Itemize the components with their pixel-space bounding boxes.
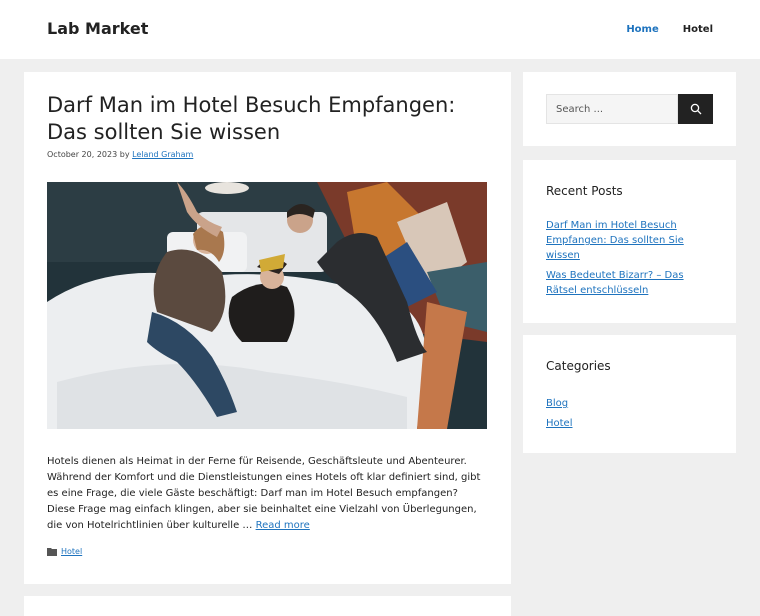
site-title[interactable]: Lab Market	[47, 19, 148, 38]
search-icon	[690, 103, 701, 115]
recent-posts-widget: Recent Posts Darf Man im Hotel Besuch Em…	[523, 160, 736, 323]
list-item: Was Bedeutet Bizarr? – Das Rätsel entsch…	[546, 268, 706, 298]
nav-item-home[interactable]: Home	[626, 24, 658, 35]
post-by: by	[119, 150, 130, 159]
list-item: Blog	[546, 394, 573, 414]
recent-post-link[interactable]: Was Bedeutet Bizarr? – Das Rätsel entsch…	[546, 270, 684, 296]
category-link-hotel[interactable]: Hotel	[546, 418, 573, 429]
main-navigation: Home Hotel	[602, 0, 713, 59]
next-post-card	[24, 596, 511, 616]
search-input[interactable]: Search ...	[546, 94, 678, 124]
post-date: October 20, 2023	[47, 150, 118, 159]
search-button[interactable]	[678, 94, 713, 124]
category-link-blog[interactable]: Blog	[546, 398, 568, 409]
search-widget: Search ...	[523, 72, 736, 146]
categories-list: Blog Hotel	[546, 394, 573, 434]
list-item: Hotel	[546, 414, 573, 434]
post-meta: October 20, 2023 by Leland Graham	[47, 150, 193, 159]
categories-widget: Categories Blog Hotel	[523, 335, 736, 453]
recent-posts-title: Recent Posts	[546, 184, 623, 198]
categories-title: Categories	[546, 359, 611, 373]
site-header: Lab Market Home Hotel	[0, 0, 760, 59]
read-more-link[interactable]: Read more	[256, 520, 310, 531]
nav-item-hotel[interactable]: Hotel	[683, 24, 713, 35]
list-item: Darf Man im Hotel Besuch Empfangen: Das …	[546, 218, 706, 263]
post-category-link[interactable]: Hotel	[61, 547, 82, 556]
post-article: Darf Man im Hotel Besuch Empfangen: Das …	[24, 72, 511, 584]
featured-photo	[47, 182, 487, 429]
post-categories: Hotel	[47, 547, 82, 556]
folder-icon	[47, 548, 57, 556]
post-excerpt: Hotels dienen als Heimat in der Ferne fü…	[47, 454, 487, 534]
recent-posts-list: Darf Man im Hotel Besuch Empfangen: Das …	[546, 218, 706, 303]
post-author-link[interactable]: Leland Graham	[132, 150, 193, 159]
post-title: Darf Man im Hotel Besuch Empfangen: Das …	[47, 93, 456, 144]
featured-image[interactable]	[47, 182, 487, 429]
recent-post-link[interactable]: Darf Man im Hotel Besuch Empfangen: Das …	[546, 220, 684, 261]
